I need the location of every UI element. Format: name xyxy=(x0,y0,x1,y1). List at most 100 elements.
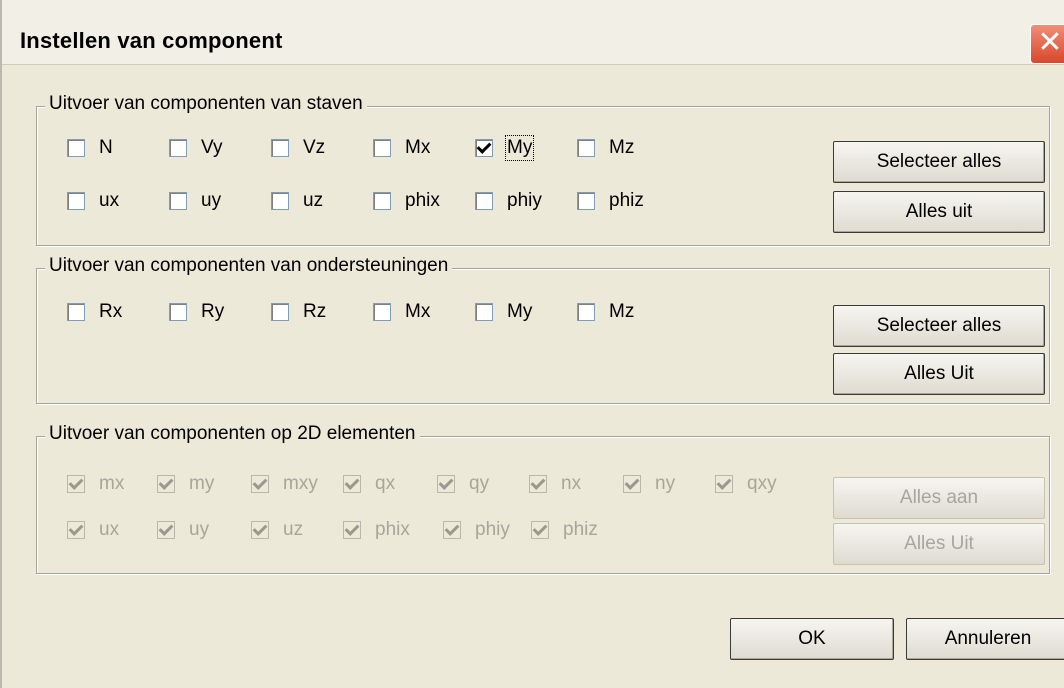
checkbox-label: Ry xyxy=(201,301,225,322)
checkbox-box[interactable] xyxy=(475,192,493,210)
group-2d-elementen: Uitvoer van componenten op 2D elementen … xyxy=(36,423,1050,574)
checkbox-label: qx xyxy=(375,473,396,494)
checkbox-label: phiz xyxy=(609,190,644,211)
checkbox-box[interactable] xyxy=(157,475,175,493)
checkbox-2d-0[interactable]: mx xyxy=(67,473,124,495)
checkbox-staven-1[interactable]: Vy xyxy=(169,137,222,159)
checkbox-box[interactable] xyxy=(251,521,269,539)
checkbox-staven-0[interactable]: N xyxy=(67,137,113,159)
checkbox-label: qy xyxy=(469,473,490,494)
group-staven-title: Uitvoer van componenten van staven xyxy=(45,93,367,115)
checkbox-2d-1[interactable]: my xyxy=(157,473,214,495)
close-icon[interactable]: ✕ xyxy=(1030,24,1064,64)
checkbox-box[interactable] xyxy=(373,303,391,321)
window-title: Instellen van component xyxy=(20,28,283,53)
checkbox-label: My xyxy=(504,135,535,161)
cancel-button[interactable]: Annuleren xyxy=(906,618,1064,660)
checkbox-staven-3[interactable]: Mx xyxy=(373,137,430,159)
checkbox-staven-2[interactable]: Vz xyxy=(271,137,325,159)
checkbox-box[interactable] xyxy=(271,303,289,321)
checkbox-box[interactable] xyxy=(67,139,85,157)
checkbox-staven-4[interactable]: My xyxy=(475,135,535,161)
checkbox-box[interactable] xyxy=(251,475,269,493)
checkbox-2d-5[interactable]: nx xyxy=(529,473,581,495)
checkbox-label: uz xyxy=(283,519,304,540)
checkbox-staven-r2-4[interactable]: phiy xyxy=(475,190,542,212)
select-all-staven-button[interactable]: Selecteer alles xyxy=(833,141,1045,183)
checkbox-2d-r2-3[interactable]: phix xyxy=(343,519,410,541)
checkbox-box[interactable] xyxy=(271,139,289,157)
checkbox-2d-r2-2[interactable]: uz xyxy=(251,519,303,541)
checkbox-label: Rz xyxy=(303,301,327,322)
checkbox-label: ux xyxy=(99,519,120,540)
checkbox-label: N xyxy=(99,137,113,158)
checkbox-staven-5[interactable]: Mz xyxy=(577,137,634,159)
checkbox-label: ny xyxy=(655,473,676,494)
checkbox-box[interactable] xyxy=(343,475,361,493)
checkbox-ondersteuning-2[interactable]: Rz xyxy=(271,301,326,323)
checkbox-label: my xyxy=(189,473,215,494)
ok-button[interactable]: OK xyxy=(730,618,894,660)
checkbox-staven-r2-1[interactable]: uy xyxy=(169,190,221,212)
all-off-ondersteuningen-button[interactable]: Alles Uit xyxy=(833,353,1045,395)
checkbox-staven-r2-2[interactable]: uz xyxy=(271,190,323,212)
checkbox-label: Mz xyxy=(609,137,635,158)
checkbox-ondersteuning-3[interactable]: Mx xyxy=(373,301,430,323)
checkbox-box[interactable] xyxy=(577,139,595,157)
checkbox-box[interactable] xyxy=(715,475,733,493)
checkbox-ondersteuning-5[interactable]: Mz xyxy=(577,301,634,323)
checkbox-box[interactable] xyxy=(67,303,85,321)
checkbox-box[interactable] xyxy=(67,475,85,493)
checkbox-box[interactable] xyxy=(475,139,493,157)
checkbox-2d-4[interactable]: qy xyxy=(437,473,489,495)
checkbox-2d-2[interactable]: mxy xyxy=(251,473,318,495)
checkbox-box[interactable] xyxy=(157,521,175,539)
group-2d-title: Uitvoer van componenten op 2D elementen xyxy=(45,423,420,445)
checkbox-ondersteuning-0[interactable]: Rx xyxy=(67,301,122,323)
checkbox-box[interactable] xyxy=(67,192,85,210)
checkbox-box[interactable] xyxy=(67,521,85,539)
checkbox-staven-r2-3[interactable]: phix xyxy=(373,190,440,212)
checkbox-label: Rx xyxy=(99,301,123,322)
checkbox-label: uz xyxy=(303,190,324,211)
checkbox-box[interactable] xyxy=(475,303,493,321)
checkbox-box[interactable] xyxy=(577,303,595,321)
checkbox-label: phiy xyxy=(507,190,542,211)
checkbox-box[interactable] xyxy=(373,139,391,157)
checkbox-box[interactable] xyxy=(169,139,187,157)
checkbox-2d-r2-0[interactable]: ux xyxy=(67,519,119,541)
checkbox-2d-6[interactable]: ny xyxy=(623,473,675,495)
checkbox-2d-r2-1[interactable]: uy xyxy=(157,519,209,541)
checkbox-2d-3[interactable]: qx xyxy=(343,473,395,495)
checkbox-staven-r2-0[interactable]: ux xyxy=(67,190,119,212)
checkbox-box[interactable] xyxy=(623,475,641,493)
checkbox-box[interactable] xyxy=(531,521,549,539)
checkbox-box[interactable] xyxy=(443,521,461,539)
checkbox-box[interactable] xyxy=(343,521,361,539)
checkbox-box[interactable] xyxy=(373,192,391,210)
checkbox-label: mx xyxy=(99,473,125,494)
checkbox-box[interactable] xyxy=(169,192,187,210)
checkbox-2d-7[interactable]: qxy xyxy=(715,473,777,495)
checkbox-staven-r2-5[interactable]: phiz xyxy=(577,190,644,212)
title-bar: Instellen van component ✕ xyxy=(2,0,1064,65)
group-ondersteuningen-title: Uitvoer van componenten van ondersteunin… xyxy=(45,255,453,277)
checkbox-label: Mz xyxy=(609,301,635,322)
all-off-2d-button[interactable]: Alles Uit xyxy=(833,523,1045,565)
checkbox-box[interactable] xyxy=(271,192,289,210)
checkbox-box[interactable] xyxy=(169,303,187,321)
checkbox-2d-r2-5[interactable]: phiz xyxy=(531,519,598,541)
checkbox-ondersteuning-1[interactable]: Ry xyxy=(169,301,224,323)
checkbox-label: nx xyxy=(561,473,582,494)
checkbox-ondersteuning-4[interactable]: My xyxy=(475,301,532,323)
checkbox-box[interactable] xyxy=(437,475,455,493)
checkbox-label: Vy xyxy=(201,137,223,158)
checkbox-box[interactable] xyxy=(577,192,595,210)
all-on-2d-button[interactable]: Alles aan xyxy=(833,477,1045,519)
checkbox-label: phiy xyxy=(475,519,510,540)
select-all-ondersteuningen-button[interactable]: Selecteer alles xyxy=(833,305,1045,347)
all-off-staven-button[interactable]: Alles uit xyxy=(833,191,1045,233)
checkbox-box[interactable] xyxy=(529,475,547,493)
checkbox-2d-r2-4[interactable]: phiy xyxy=(443,519,510,541)
checkbox-label: uy xyxy=(189,519,210,540)
